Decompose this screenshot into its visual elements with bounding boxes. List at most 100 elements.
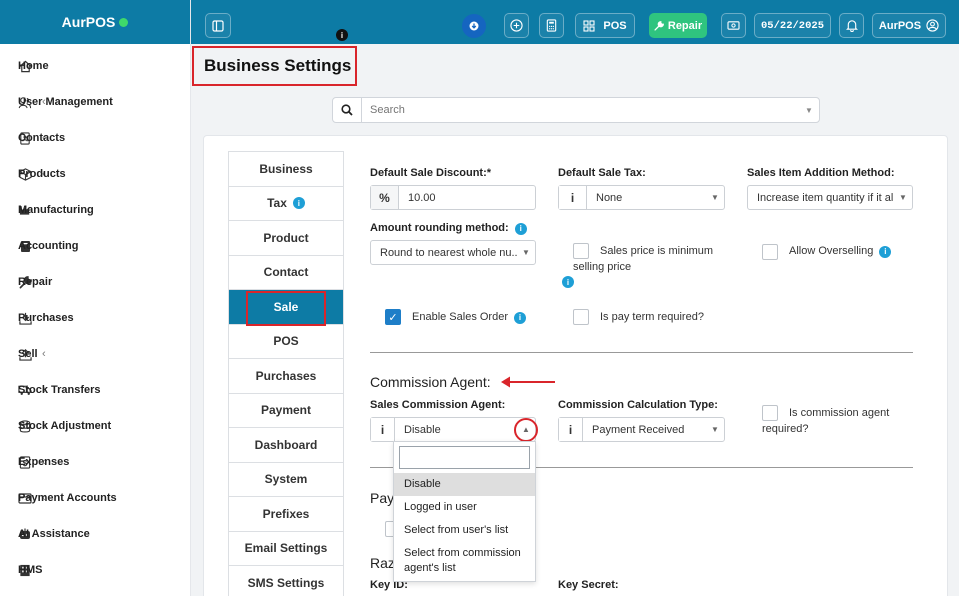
tab-label: Purchases — [255, 368, 317, 383]
tab-sms-settings[interactable]: SMS Settings — [228, 565, 344, 596]
sales-commission-agent-select[interactable]: i Disable ▲ — [370, 417, 536, 442]
tab-email-settings[interactable]: Email Settings — [228, 530, 344, 565]
default-sale-tax-select[interactable]: i None ▼ — [558, 185, 725, 210]
amount-rounding-value: Round to nearest whole nu... — [380, 246, 517, 259]
add-button[interactable] — [504, 13, 529, 38]
tab-product[interactable]: Product — [228, 220, 344, 255]
dropdown-option[interactable]: Select from user's list — [394, 519, 535, 542]
sidebar-item-manufacturing[interactable]: Manufacturing — [0, 192, 190, 228]
sidebar-item-hms[interactable]: HMS — [0, 552, 190, 588]
percent-icon: % — [371, 186, 399, 209]
sidebar-item-label: HMS — [18, 564, 43, 576]
sidebar-toggle-icon — [212, 19, 224, 32]
search-icon — [333, 98, 362, 122]
settings-search[interactable]: ▼ — [332, 97, 820, 123]
sidebar-item-repair[interactable]: Repair — [0, 264, 190, 300]
tab-sale[interactable]: Sale — [228, 289, 344, 326]
dropdown-option[interactable]: Select from commission agent's list — [394, 542, 535, 580]
tab-label: Contact — [263, 265, 309, 280]
wrench-icon — [654, 20, 664, 31]
sidebar-item-label: User Management — [18, 96, 113, 108]
sidebar-item-contacts[interactable]: Contacts ‹ — [0, 120, 190, 156]
chevron-down-icon: ▼ — [711, 425, 719, 434]
grid-icon — [583, 19, 595, 32]
settings-tabs: Business Tax i Product Contact Sale POS P… — [228, 151, 344, 596]
sidebar-item-stock-transfers[interactable]: Stock Transfers ‹ — [0, 372, 190, 408]
allow-overselling-text: Allow Overselling — [789, 245, 874, 257]
sales-commission-agent-value: Disable — [404, 423, 441, 436]
tab-payment[interactable]: Payment — [228, 392, 344, 427]
sidebar-item-ai-assistance[interactable]: AI Assistance — [0, 516, 190, 552]
pay-term-required-checkbox[interactable] — [573, 309, 589, 325]
commission-agent-dropdown: Disable Logged in user Select from user'… — [393, 441, 536, 582]
search-input[interactable] — [362, 98, 799, 122]
download-app-icon[interactable] — [462, 14, 486, 38]
enable-sales-order-checkbox[interactable]: ✓ — [385, 309, 401, 325]
tab-business[interactable]: Business — [228, 151, 344, 186]
tab-label: POS — [273, 334, 299, 349]
sidebar-item-label: Manufacturing — [18, 204, 94, 216]
default-sale-tax-label: Default Sale Tax: — [558, 167, 646, 179]
sidebar-item-sell[interactable]: Sell ‹ — [0, 336, 190, 372]
commission-agent-required-checkbox[interactable] — [762, 405, 778, 421]
repair-button[interactable]: Repair — [649, 13, 707, 38]
sidebar-item-label: Payment Accounts — [18, 492, 117, 504]
brand-logo[interactable]: AurPOS — [0, 0, 190, 44]
amount-rounding-select[interactable]: Round to nearest whole nu... ▼ — [370, 240, 536, 265]
tab-label: Business — [259, 161, 313, 176]
tab-system[interactable]: System — [228, 461, 344, 496]
info-icon: i — [514, 311, 526, 324]
tab-pos[interactable]: POS — [228, 323, 344, 358]
tab-tax[interactable]: Tax i — [228, 185, 344, 220]
sidebar-item-stock-adjustment[interactable]: Stock Adjustment ‹ — [0, 408, 190, 444]
pay-term-required-label: Is pay term required? — [600, 311, 704, 323]
sidebar-item-accounting[interactable]: Accounting — [0, 228, 190, 264]
tab-label: Product — [263, 230, 309, 245]
calculator-icon — [546, 19, 557, 32]
dropdown-search-input[interactable] — [399, 446, 530, 469]
tab-dashboard[interactable]: Dashboard — [228, 427, 344, 462]
user-circle-icon — [926, 19, 939, 32]
chevron-down-icon: ▼ — [711, 193, 719, 202]
key-secret-label: Key Secret: — [558, 579, 619, 591]
sidebar-item-label: Repair — [18, 276, 53, 288]
toggle-sidebar-button[interactable] — [205, 13, 231, 38]
sidebar-item-payment-accounts[interactable]: Payment Accounts ‹ — [0, 480, 190, 516]
notifications-button[interactable] — [839, 13, 864, 38]
tab-label: System — [264, 472, 308, 487]
tab-purchases[interactable]: Purchases — [228, 358, 344, 393]
enable-sales-order-label: Enable Sales Order i — [412, 310, 526, 325]
divider — [370, 352, 913, 353]
sales-item-addition-select[interactable]: Increase item quantity if it al... ▼ — [747, 185, 913, 210]
pos-button[interactable]: POS — [575, 13, 635, 38]
commission-calc-type-value: Payment Received — [592, 423, 685, 436]
sidebar-item-home[interactable]: Home — [0, 48, 190, 84]
sales-price-minimum-checkbox[interactable] — [573, 243, 589, 259]
tab-contact[interactable]: Contact — [228, 254, 344, 289]
repair-label: Repair — [667, 19, 703, 32]
sales-item-addition-value: Increase item quantity if it al... — [757, 191, 894, 204]
tab-label: Payment — [260, 403, 312, 418]
allow-overselling-checkbox[interactable] — [762, 244, 778, 260]
tab-prefixes[interactable]: Prefixes — [228, 496, 344, 531]
sidebar-item-label: Accounting — [18, 240, 79, 252]
info-icon[interactable]: i — [336, 29, 348, 41]
sidebar-item-expenses[interactable]: $ Expenses ‹ — [0, 444, 190, 480]
sidebar-item-products[interactable]: Products ‹ — [0, 156, 190, 192]
sidebar-item-label: Purchases — [18, 312, 74, 324]
calculator-button[interactable] — [539, 13, 564, 38]
sidebar-item-purchases[interactable]: Purchases ‹ — [0, 300, 190, 336]
sidebar-item-user-management[interactable]: User Management ‹ — [0, 84, 190, 120]
commission-calc-type-select[interactable]: i Payment Received ▼ — [558, 417, 725, 442]
user-menu-button[interactable]: AurPOS — [872, 13, 946, 38]
dropdown-option[interactable]: Logged in user — [394, 496, 535, 519]
sidebar-item-label: Stock Transfers — [18, 384, 101, 396]
default-sale-discount-value: 10.00 — [408, 191, 436, 204]
sidebar-item-label: Contacts — [18, 132, 66, 144]
default-sale-discount-field[interactable]: % 10.00 — [370, 185, 536, 210]
chevron-down-icon: ▼ — [522, 248, 530, 257]
dropdown-option[interactable]: Disable — [394, 473, 535, 496]
tab-label: Tax — [267, 196, 287, 211]
user-name: AurPOS — [878, 19, 922, 32]
cash-register-button[interactable] — [721, 13, 746, 38]
